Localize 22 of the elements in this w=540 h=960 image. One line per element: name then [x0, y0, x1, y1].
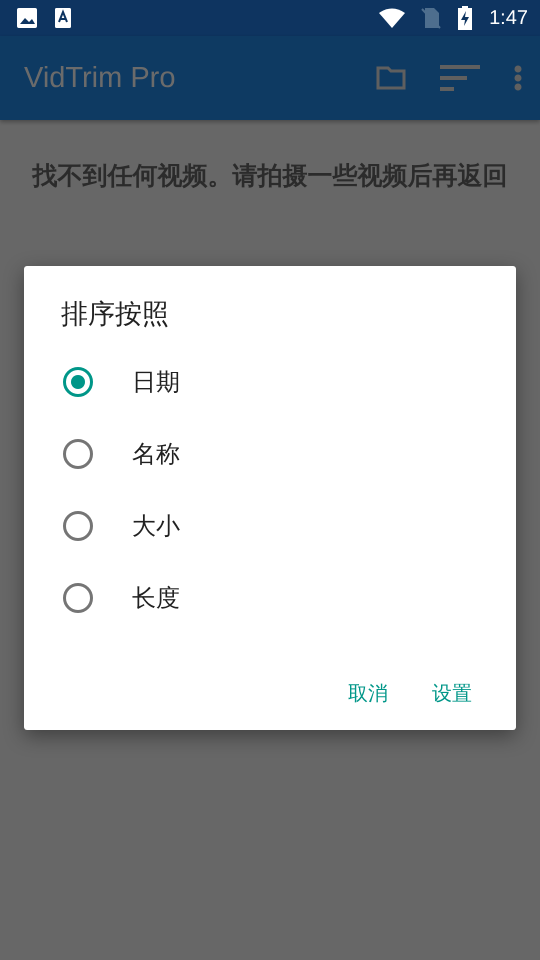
radio-button[interactable]	[62, 582, 94, 614]
dialog-button[interactable]: 取消	[334, 670, 402, 717]
radio-button[interactable]	[62, 366, 94, 398]
sort-option[interactable]: 大小	[24, 490, 516, 562]
status-time: 1:47	[489, 6, 528, 30]
no-sim-icon	[421, 7, 442, 29]
folder-icon[interactable]	[376, 66, 406, 90]
empty-message: 找不到任何视频。请拍摄一些视频后再返回	[30, 160, 508, 192]
sort-option[interactable]: 长度	[24, 562, 516, 634]
image-icon	[16, 7, 38, 29]
sort-icon[interactable]	[440, 65, 480, 91]
app-title: VidTrim Pro	[24, 62, 176, 94]
dialog-button[interactable]: 设置	[418, 670, 486, 717]
wifi-icon	[379, 8, 406, 28]
battery-charging-icon	[457, 6, 474, 30]
font-icon	[54, 7, 72, 29]
radio-button[interactable]	[62, 438, 94, 470]
radio-button[interactable]	[62, 510, 94, 542]
dialog-title: 排序按照	[60, 298, 170, 332]
more-options-icon[interactable]	[514, 65, 522, 91]
sort-option[interactable]: 名称	[24, 418, 516, 490]
sort-option[interactable]: 日期	[24, 346, 516, 418]
